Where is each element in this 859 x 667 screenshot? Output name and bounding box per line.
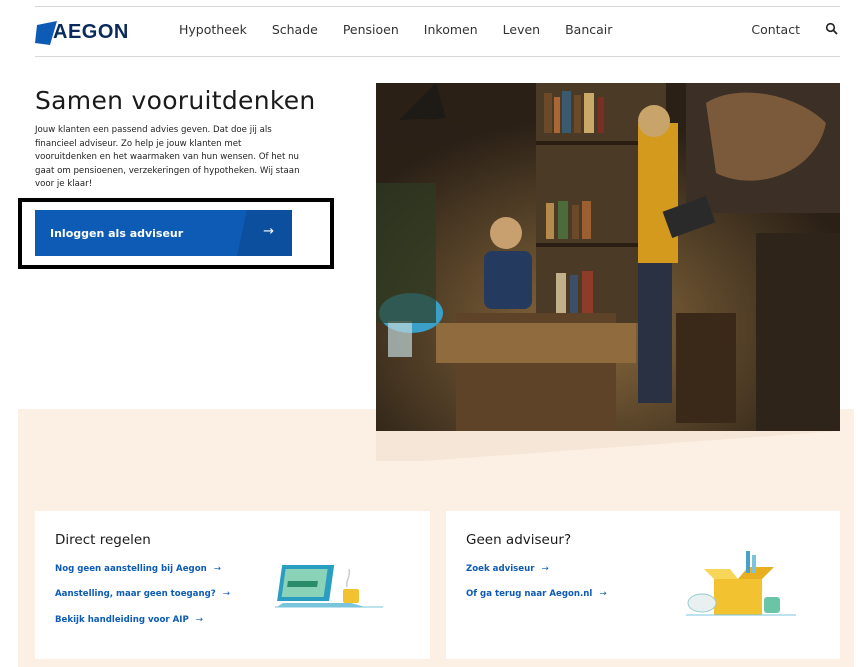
aegon-logo[interactable]: AEGON	[35, 18, 128, 48]
card-title: Direct regelen	[55, 532, 151, 548]
hero-photo-illustration	[376, 83, 840, 431]
link-label: Aanstelling, maar geen toegang?	[55, 589, 216, 599]
link-handleiding-aip[interactable]: Bekijk handleiding voor AIP →	[55, 615, 203, 625]
arrow-right-icon: →	[599, 589, 607, 599]
page-title: Samen vooruitdenken	[35, 86, 316, 115]
search-icon[interactable]	[825, 22, 839, 36]
link-terug-aegon[interactable]: Of ga terug naar Aegon.nl →	[466, 589, 607, 599]
arrow-right-icon: →	[195, 615, 203, 625]
arrow-right-icon: →	[213, 564, 221, 574]
link-zoek-adviseur[interactable]: Zoek adviseur →	[466, 564, 549, 574]
card-direct-regelen: Direct regelen Nog geen aanstelling bij …	[35, 511, 430, 659]
nav-item-inkomen[interactable]: Inkomen	[424, 22, 478, 37]
arrow-right-icon: →	[222, 589, 230, 599]
nav-item-hypotheek[interactable]: Hypotheek	[179, 22, 247, 37]
arrow-right-icon: →	[263, 224, 274, 239]
site-header: AEGON Hypotheek Schade Pensioen Inkomen …	[35, 8, 840, 57]
card-title: Geen adviseur?	[466, 532, 572, 548]
link-label: Zoek adviseur	[466, 564, 535, 574]
nav-item-leven[interactable]: Leven	[503, 22, 540, 37]
arrow-right-icon: →	[541, 564, 549, 574]
nav-contact[interactable]: Contact	[751, 22, 800, 37]
link-geen-toegang[interactable]: Aanstelling, maar geen toegang? →	[55, 589, 230, 599]
link-geen-aanstelling[interactable]: Nog geen aanstelling bij Aegon →	[55, 564, 221, 574]
card-geen-adviseur: Geen adviseur? Zoek adviseur → Of ga teru…	[446, 511, 840, 659]
moving-box-illustration	[686, 551, 796, 616]
nav-item-schade[interactable]: Schade	[272, 22, 318, 37]
main-nav: Hypotheek Schade Pensioen Inkomen Leven …	[179, 22, 637, 37]
login-button-label: Inloggen als adviseur	[50, 226, 184, 240]
nav-item-bancair[interactable]: Bancair	[565, 22, 612, 37]
login-advisor-button[interactable]: Inloggen als adviseur →	[35, 210, 292, 256]
logo-text: AEGON	[53, 21, 129, 43]
nav-item-pensioen[interactable]: Pensioen	[343, 22, 399, 37]
link-label: Bekijk handleiding voor AIP	[55, 615, 189, 625]
hero-description: Jouw klanten een passend advies geven. D…	[35, 125, 300, 189]
top-divider	[35, 6, 840, 7]
link-label: Nog geen aanstelling bij Aegon	[55, 564, 207, 574]
laptop-illustration	[275, 565, 383, 608]
link-label: Of ga terug naar Aegon.nl	[466, 589, 593, 599]
hero-photo	[376, 83, 840, 431]
